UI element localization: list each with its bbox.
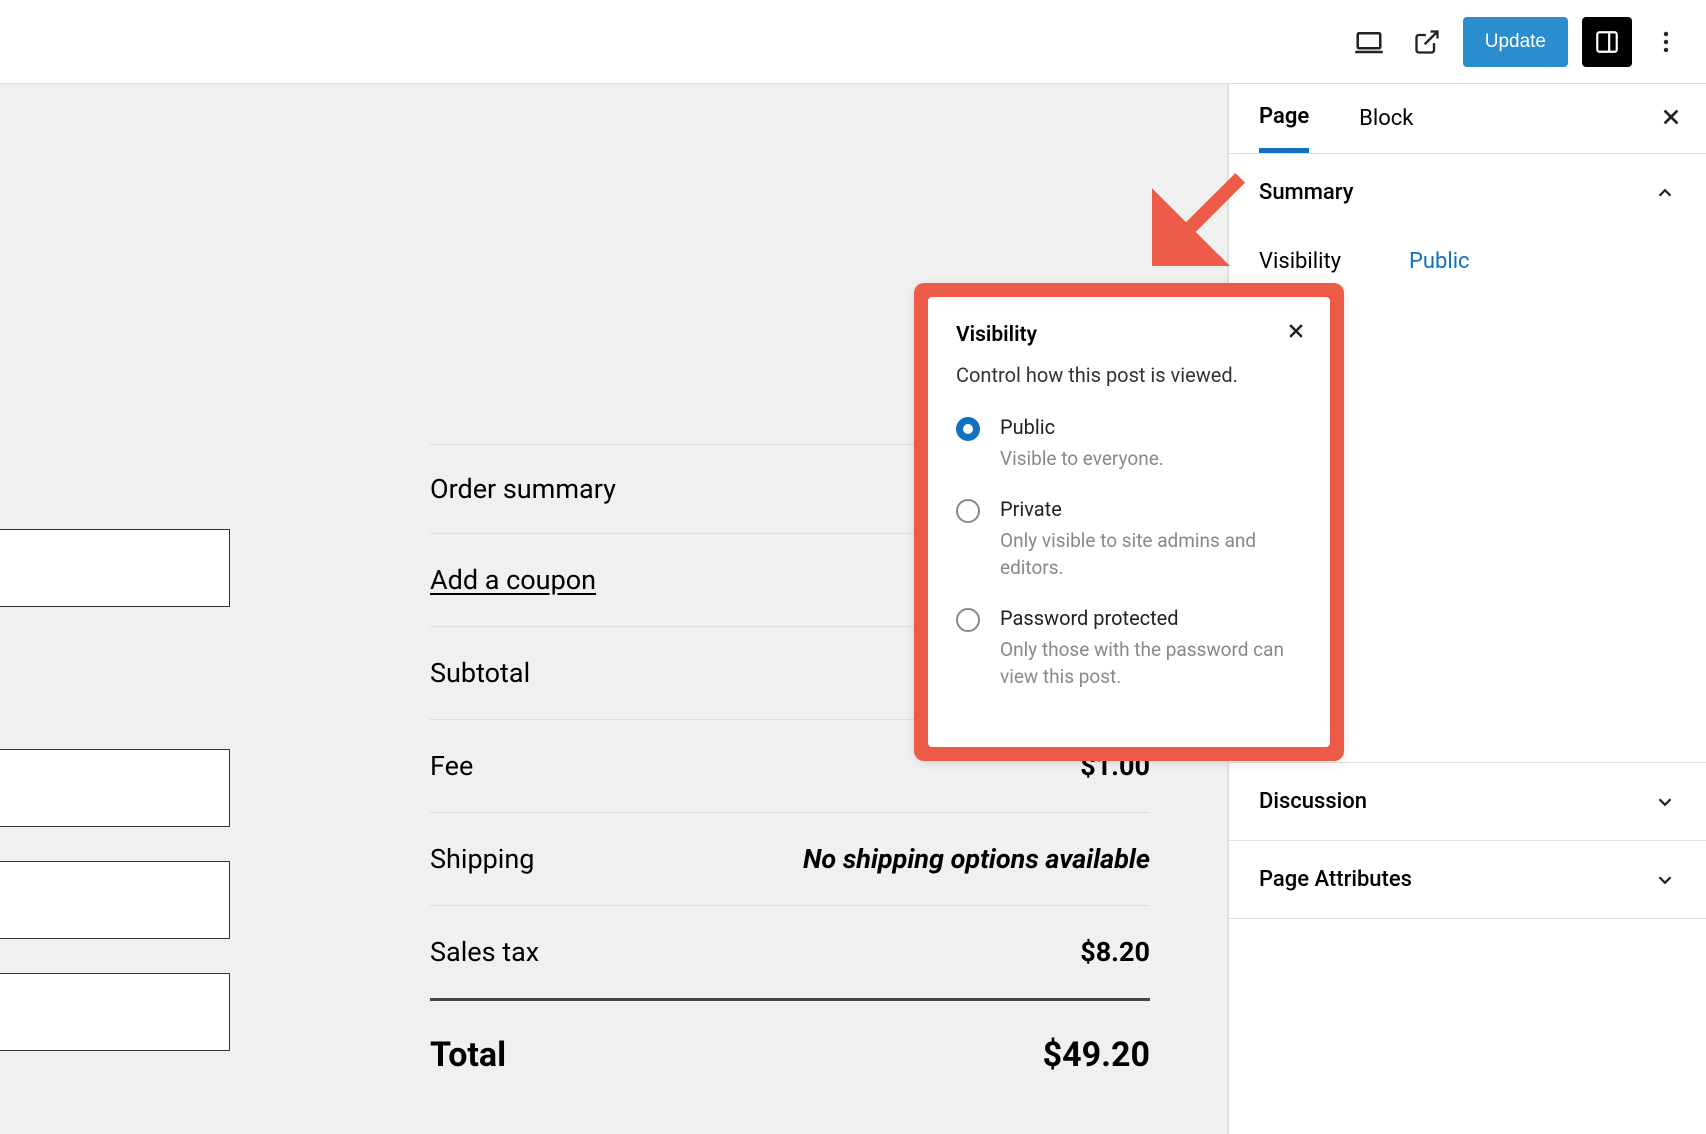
option-title: Password protected [1000,606,1302,630]
billing-input-4[interactable] [0,973,230,1051]
summary-section-title: Summary [1259,180,1354,205]
billing-input-1[interactable] [0,529,230,607]
annotation-highlight-frame: Visibility Control how this post is view… [914,283,1344,761]
shipping-label: Shipping [430,843,534,875]
radio-password[interactable] [956,608,980,632]
update-button[interactable]: Update [1463,17,1568,67]
page-attributes-section-title: Page Attributes [1259,867,1412,892]
option-title: Private [1000,497,1302,521]
shipping-value: No shipping options available [803,843,1150,875]
tab-block[interactable]: Block [1359,84,1413,153]
visibility-option-password[interactable]: Password protected Only those with the p… [956,606,1302,691]
sidebar-tabs: Page Block [1229,84,1706,154]
chevron-up-icon [1654,182,1676,204]
visibility-option-public[interactable]: Public Visible to everyone. [956,415,1302,473]
option-sub: Only those with the password can view th… [1000,636,1302,691]
device-preview-icon[interactable] [1347,20,1391,64]
radio-public[interactable] [956,417,980,441]
order-summary-heading: Order summary [430,473,616,505]
popup-title: Visibility [956,323,1302,347]
visibility-value[interactable]: Public [1409,249,1470,274]
option-sub: Visible to everyone. [1000,445,1164,473]
visibility-popup: Visibility Control how this post is view… [928,297,1330,747]
tax-value: $8.20 [1080,936,1150,968]
more-options-icon[interactable] [1646,30,1686,54]
fee-label: Fee [430,750,473,782]
option-title: Public [1000,415,1164,439]
billing-input-2[interactable] [0,749,230,827]
total-label: Total [430,1035,506,1075]
subtotal-label: Subtotal [430,657,530,689]
discussion-section-toggle[interactable]: Discussion [1229,762,1706,840]
shipping-row: Shipping No shipping options available [430,813,1150,906]
page-attributes-section-toggle[interactable]: Page Attributes [1229,840,1706,919]
close-sidebar-icon[interactable] [1660,106,1682,132]
total-value: $49.20 [1043,1035,1150,1075]
option-sub: Only visible to site admins and editors. [1000,527,1302,582]
popup-description: Control how this post is viewed. [956,363,1302,387]
radio-private[interactable] [956,499,980,523]
tax-row: Sales tax $8.20 [430,906,1150,1001]
discussion-section-title: Discussion [1259,789,1367,814]
external-link-icon[interactable] [1405,20,1449,64]
add-coupon-link[interactable]: Add a coupon [430,564,596,596]
tab-page[interactable]: Page [1259,84,1309,153]
tax-label: Sales tax [430,936,539,968]
visibility-label: Visibility [1259,249,1409,274]
chevron-down-icon [1654,791,1676,813]
close-popup-icon[interactable] [1286,321,1306,345]
billing-fields-partial [0,529,230,1085]
summary-section-toggle[interactable]: Summary [1229,154,1706,231]
visibility-option-private[interactable]: Private Only visible to site admins and … [956,497,1302,582]
total-row: Total $49.20 [430,1001,1150,1075]
chevron-down-icon [1654,869,1676,891]
editor-toolbar: Update [1347,0,1706,83]
billing-input-3[interactable] [0,861,230,939]
settings-panel-toggle-icon[interactable] [1582,17,1632,67]
